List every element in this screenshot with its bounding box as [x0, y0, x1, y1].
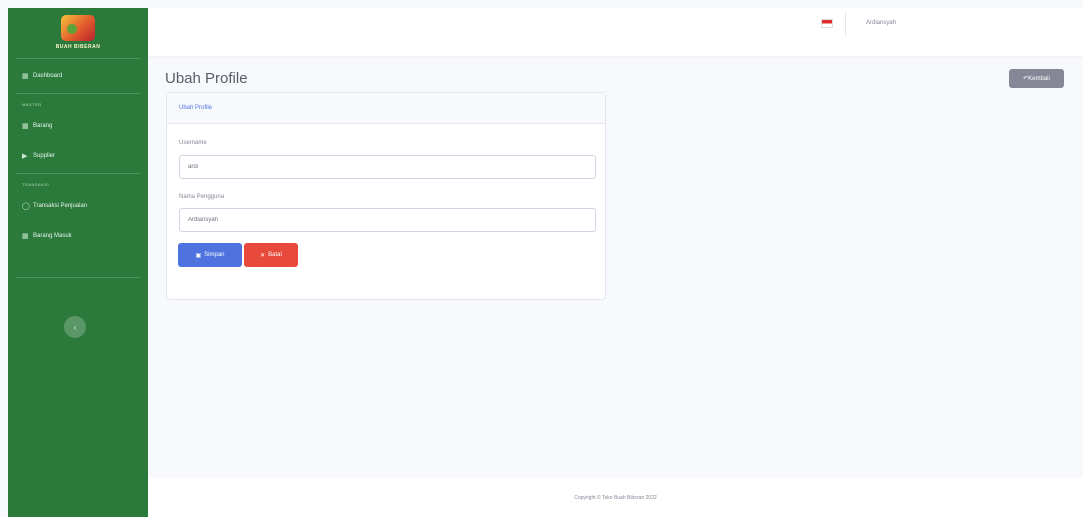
cancel-button[interactable]: ✕ Batal: [244, 243, 298, 267]
sidebar-heading-master: MASTER: [22, 102, 42, 107]
back-button-label: Kembali: [1028, 75, 1050, 82]
cancel-button-label: Batal: [268, 252, 282, 258]
flag-icon[interactable]: [821, 19, 833, 28]
dashboard-icon: ▦: [22, 73, 29, 80]
truck-icon: ▶: [22, 153, 28, 160]
sidebar-divider: [16, 93, 140, 94]
brand-logo-icon: [61, 14, 95, 41]
card-header: Ubah Profile: [167, 93, 605, 124]
username-input[interactable]: [179, 155, 596, 179]
sidebar-heading-transaksi: TRANSAKSI: [22, 182, 50, 187]
sidebar-divider: [16, 58, 140, 59]
topbar-divider: [845, 12, 846, 36]
sidebar-item-supplier[interactable]: ▶ Supplier: [8, 141, 148, 171]
table-icon: ▦: [22, 123, 29, 130]
save-button[interactable]: ▣ Simpan: [178, 243, 242, 267]
sidebar-item-label: Transaksi Penjualan: [33, 203, 88, 209]
sidebar-item-transaksi-penjualan[interactable]: ◯ Transaksi Penjualan: [8, 191, 148, 221]
sidebar-item-barang[interactable]: ▦ Barang: [8, 111, 148, 141]
page-title: Ubah Profile: [165, 70, 248, 87]
topbar: [148, 8, 1083, 56]
footer: Copyright © Toko Buah Biberan 2022: [148, 478, 1083, 517]
back-button[interactable]: ↶ Kembali: [1009, 69, 1064, 88]
save-icon: ▣: [195, 252, 202, 259]
username-label: Username: [179, 140, 207, 146]
sidebar-item-label: Dashboard: [33, 73, 63, 79]
cart-icon: ◯: [22, 203, 30, 210]
brand-text: BUAH BIBERAN: [55, 43, 101, 50]
sidebar-divider: [16, 277, 140, 278]
user-menu[interactable]: Ardiansyah: [866, 20, 896, 26]
box-icon: ▦: [22, 233, 29, 240]
sidebar: BUAH BIBERAN ▦ Dashboard MASTER ▦ Barang…: [8, 8, 148, 517]
sidebar-item-label: Supplier: [33, 153, 56, 159]
nama-pengguna-input[interactable]: [179, 208, 596, 232]
profile-card: Ubah Profile Username Nama Pengguna: [166, 92, 606, 300]
footer-copyright: Copyright © Toko Buah Biberan 2022: [574, 494, 657, 501]
sidebar-brand[interactable]: BUAH BIBERAN: [8, 8, 148, 56]
sidebar-item-label: Barang Masuk: [33, 233, 72, 239]
sidebar-item-barang-masuk[interactable]: ▦ Barang Masuk: [8, 221, 148, 251]
sidebar-divider: [16, 173, 140, 174]
nama-pengguna-label: Nama Pengguna: [179, 194, 225, 200]
sidebar-toggle-button[interactable]: ‹: [64, 316, 86, 338]
close-icon: ✕: [260, 252, 266, 259]
chevron-left-icon: ‹: [73, 322, 77, 332]
save-button-label: Simpan: [204, 252, 225, 258]
sidebar-item-dashboard[interactable]: ▦ Dashboard: [8, 61, 148, 91]
sidebar-item-label: Barang: [33, 123, 53, 129]
